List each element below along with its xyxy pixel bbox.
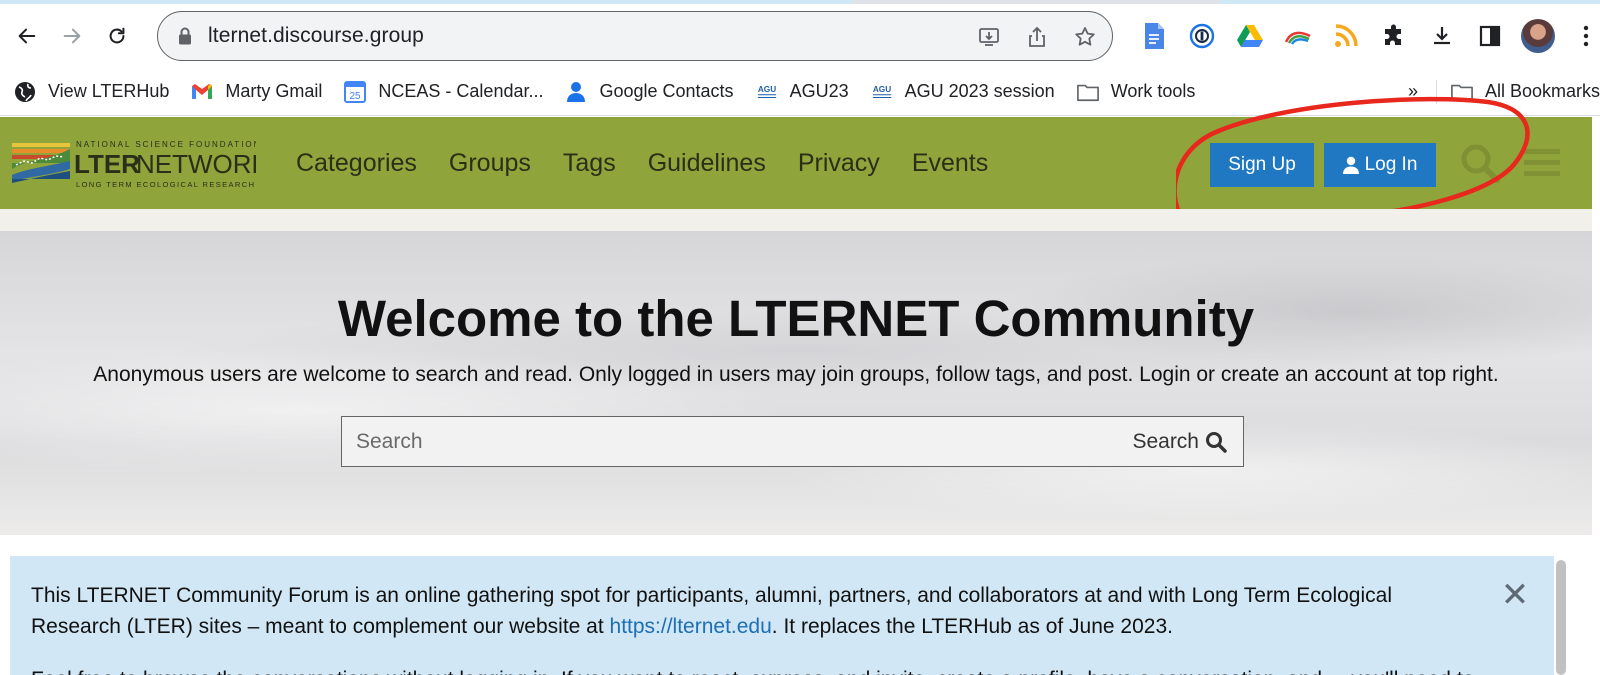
search-button[interactable]: Search [1132, 430, 1243, 454]
agu-icon: AGU [871, 81, 893, 103]
page-scrollbar[interactable] [1592, 117, 1600, 675]
bookmark-view-lterhub[interactable]: View LTERHub [6, 74, 177, 110]
gmail-icon [191, 81, 213, 103]
lternet-link[interactable]: https://lternet.edu [610, 615, 772, 638]
search-button-label: Search [1132, 429, 1199, 453]
extensions-row [1130, 18, 1600, 54]
nav-tags[interactable]: Tags [563, 149, 616, 178]
url-text[interactable]: lternet.discourse.group [208, 24, 424, 48]
log-in-button[interactable]: Log In [1324, 143, 1436, 187]
log-in-label: Log In [1364, 154, 1418, 175]
banner-search-box: Search [341, 416, 1244, 467]
bookmarks-bar: View LTERHub Marty Gmail 25 NCEAS - Cale… [0, 68, 1600, 116]
svg-text:AGU: AGU [872, 85, 890, 94]
notice-second-paragraph: Feel free to browse the conversations wi… [31, 664, 1511, 675]
bookmark-label: View LTERHub [48, 81, 170, 101]
nav-privacy[interactable]: Privacy [798, 149, 880, 178]
forum-notice-banner: This LTERNET Community Forum is an onlin… [10, 556, 1554, 675]
user-icon [1342, 156, 1359, 174]
all-bookmarks-button[interactable]: All Bookmarks [1443, 74, 1600, 110]
password-manager-icon[interactable] [1178, 18, 1226, 54]
notice-text-part: . It replaces the LTERHub as of June 202… [771, 615, 1173, 638]
bookmark-agu23[interactable]: AGU AGU23 [748, 74, 857, 110]
svg-text:25: 25 [350, 91, 362, 102]
welcome-subtitle: Anonymous users are welcome to search an… [93, 363, 1499, 386]
nav-events[interactable]: Events [912, 149, 988, 178]
download-icon[interactable] [1418, 18, 1466, 54]
reload-button[interactable] [99, 18, 135, 54]
rss-icon[interactable] [1322, 18, 1370, 54]
site-nav: Categories Groups Tags Guidelines Privac… [296, 117, 988, 209]
bookmarks-divider [1435, 79, 1437, 104]
bookmark-label: NCEAS - Calendar... [378, 81, 544, 101]
reload-icon [109, 27, 125, 44]
calendar-icon: 25 [344, 80, 367, 103]
side-panel-icon[interactable] [1466, 18, 1514, 54]
kebab-menu-icon[interactable] [1562, 18, 1600, 54]
folder-icon [1076, 81, 1099, 103]
bookmark-nceas-calendar[interactable]: 25 NCEAS - Calendar... [336, 74, 551, 110]
google-docs-icon[interactable] [1130, 18, 1178, 54]
bookmark-google-contacts[interactable]: Google Contacts [557, 74, 741, 110]
globe-icon [14, 81, 36, 103]
notice-scrollbar-thumb[interactable] [1556, 560, 1566, 675]
site-header: NATIONAL SCIENCE FOUNDATION LTER NETWORK… [0, 117, 1592, 209]
rainbow-extension-icon[interactable] [1274, 18, 1322, 54]
contacts-icon [565, 81, 587, 103]
notice-text: This LTERNET Community Forum is an onlin… [31, 580, 1431, 642]
lter-network-logo[interactable]: NATIONAL SCIENCE FOUNDATION LTER NETWORK… [12, 135, 270, 191]
bookmark-label: AGU23 [789, 81, 849, 101]
install-app-icon[interactable] [976, 24, 1002, 50]
nav-categories[interactable]: Categories [296, 149, 417, 178]
folder-icon [1451, 81, 1473, 103]
arrow-right-icon [63, 28, 81, 44]
hamburger-menu-icon[interactable] [1522, 143, 1562, 183]
search-input[interactable] [342, 417, 1133, 466]
svg-text:LTER: LTER [74, 149, 140, 179]
header-search-icon[interactable] [1458, 141, 1502, 185]
bookmark-marty-gmail[interactable]: Marty Gmail [183, 74, 330, 110]
svg-text:LONG TERM ECOLOGICAL RESEARCH: LONG TERM ECOLOGICAL RESEARCH [76, 180, 255, 189]
svg-text:NATIONAL SCIENCE FOUNDATION: NATIONAL SCIENCE FOUNDATION [76, 140, 256, 149]
share-icon[interactable] [1024, 24, 1050, 50]
lock-icon[interactable] [178, 27, 194, 45]
arrow-left-icon [18, 28, 36, 44]
svg-text:AGU: AGU [757, 85, 775, 94]
google-drive-icon[interactable] [1226, 18, 1274, 54]
bookmark-folder-work-tools[interactable]: Work tools [1069, 74, 1204, 110]
back-button[interactable] [9, 18, 45, 54]
close-icon[interactable]: ✕ [1500, 576, 1530, 614]
bookmarks-overflow-button[interactable]: » [1398, 81, 1428, 102]
browser-toolbar: lternet.discourse.group [0, 4, 1600, 68]
star-icon[interactable] [1072, 24, 1098, 50]
svg-text:NETWORK: NETWORK [136, 149, 256, 179]
agu-icon: AGU [756, 81, 778, 103]
bookmark-label: Work tools [1110, 81, 1196, 101]
all-bookmarks-label: All Bookmarks [1484, 81, 1600, 101]
nav-groups[interactable]: Groups [449, 149, 531, 178]
bookmark-label: Google Contacts [599, 81, 734, 101]
bookmark-agu-2023-session[interactable]: AGU AGU 2023 session [863, 74, 1063, 110]
profile-avatar[interactable] [1514, 18, 1562, 54]
nav-guidelines[interactable]: Guidelines [648, 149, 766, 178]
welcome-banner: Welcome to the LTERNET Community Anonymo… [0, 231, 1592, 535]
forward-button[interactable] [54, 18, 90, 54]
bookmark-label: AGU 2023 session [904, 81, 1055, 101]
bookmark-label: Marty Gmail [225, 81, 323, 101]
sign-up-button[interactable]: Sign Up [1210, 143, 1314, 187]
address-bar[interactable]: lternet.discourse.group [157, 11, 1113, 61]
page-gap [0, 209, 1592, 231]
welcome-title: Welcome to the LTERNET Community [337, 290, 1255, 347]
extensions-puzzle-icon[interactable] [1370, 18, 1418, 54]
search-icon [1206, 431, 1227, 453]
